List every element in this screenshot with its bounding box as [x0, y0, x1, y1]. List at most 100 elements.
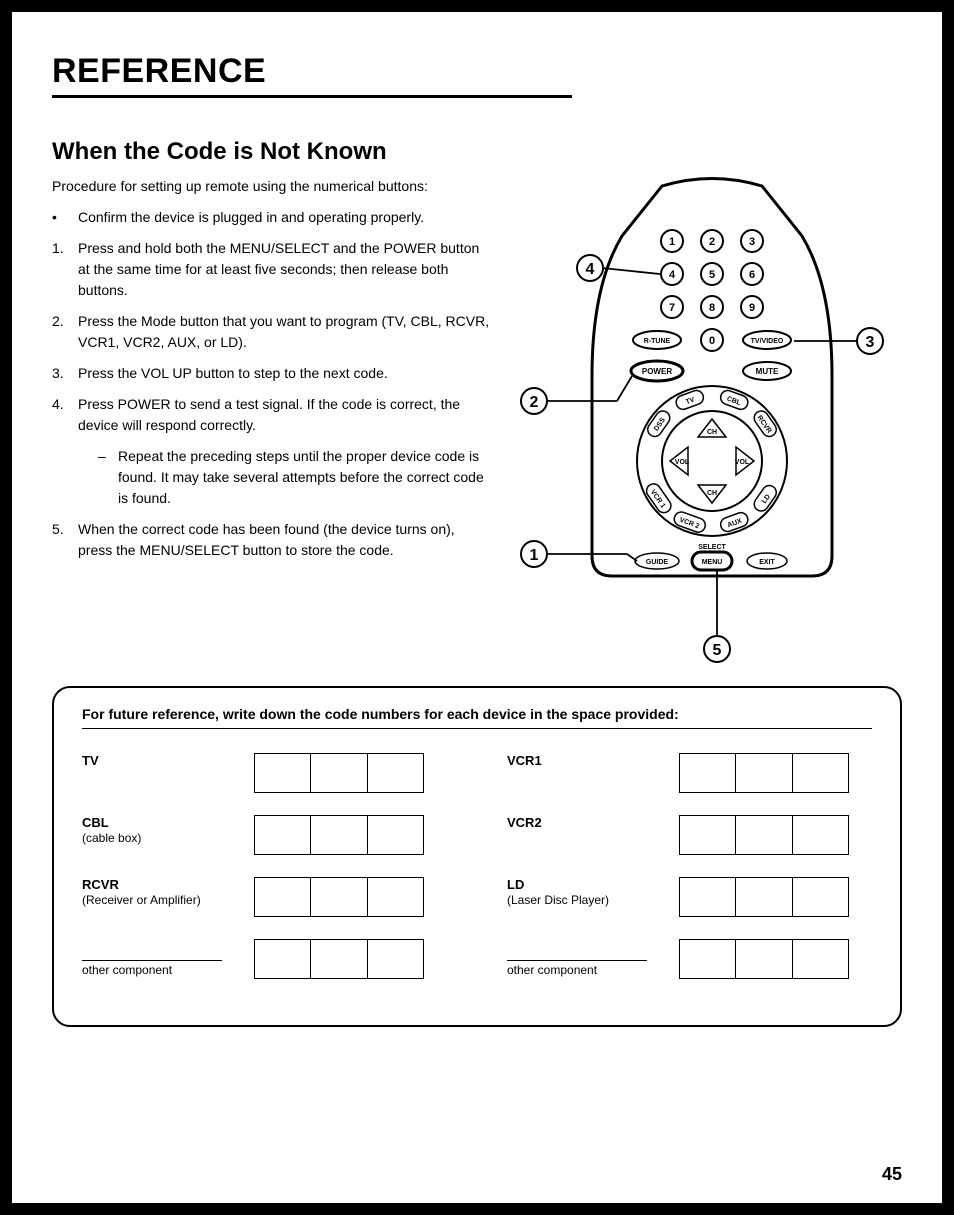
code-digit-cell[interactable]	[255, 816, 311, 854]
code-label: other component	[82, 939, 242, 977]
code-input-boxes[interactable]	[254, 877, 424, 917]
code-row: other component	[82, 939, 447, 979]
page-number: 45	[882, 1164, 902, 1185]
svg-text:4: 4	[586, 261, 595, 278]
code-label-text: TV	[82, 753, 242, 768]
code-label-text: VCR2	[507, 815, 667, 830]
svg-text:3: 3	[866, 334, 875, 351]
page-title: REFERENCE	[52, 52, 902, 91]
code-digit-cell[interactable]	[368, 940, 423, 978]
svg-text:5: 5	[713, 642, 722, 659]
code-digit-cell[interactable]	[736, 878, 792, 916]
svg-text:3: 3	[749, 236, 755, 248]
intro-text: Procedure for setting up remote using th…	[52, 176, 492, 197]
svg-text:5: 5	[709, 269, 715, 281]
svg-text:SELECT: SELECT	[698, 544, 726, 551]
code-label: CBL(cable box)	[82, 815, 242, 845]
code-digit-cell[interactable]	[311, 878, 367, 916]
code-sublabel: (Receiver or Amplifier)	[82, 893, 201, 907]
svg-text:CH: CH	[707, 490, 717, 497]
code-digit-cell[interactable]	[311, 816, 367, 854]
code-input-boxes[interactable]	[254, 939, 424, 979]
list-text: Press POWER to send a test signal. If th…	[78, 396, 460, 433]
code-row: LD(Laser Disc Player)	[507, 877, 872, 917]
svg-text:MUTE: MUTE	[756, 367, 779, 376]
code-col-left: TV CBL(cable box) RCVR(Receiver or Amplifi…	[82, 753, 447, 1001]
svg-text:6: 6	[749, 269, 755, 281]
list-item: •Confirm the device is plugged in and op…	[52, 207, 492, 228]
code-digit-cell[interactable]	[680, 878, 736, 916]
code-digit-cell[interactable]	[680, 754, 736, 792]
code-box-header: For future reference, write down the cod…	[82, 706, 872, 729]
list-item: 1.Press and hold both the MENU/SELECT an…	[52, 238, 492, 301]
svg-text:1: 1	[530, 547, 539, 564]
code-digit-cell[interactable]	[736, 940, 792, 978]
code-label: VCR1	[507, 753, 667, 768]
code-row: other component	[507, 939, 872, 979]
sub-item: – Repeat the preceding steps until the p…	[98, 446, 492, 509]
code-label-text: LD	[507, 877, 667, 892]
svg-text:EXIT: EXIT	[759, 559, 775, 566]
code-digit-cell[interactable]	[736, 754, 792, 792]
content-row: Procedure for setting up remote using th…	[52, 176, 902, 656]
svg-text:R-TUNE: R-TUNE	[644, 338, 671, 345]
blank-line[interactable]	[507, 939, 647, 961]
svg-text:MENU: MENU	[702, 559, 723, 566]
code-digit-cell[interactable]	[368, 754, 423, 792]
code-input-boxes[interactable]	[679, 939, 849, 979]
svg-text:2: 2	[709, 236, 715, 248]
code-digit-cell[interactable]	[680, 940, 736, 978]
code-label: VCR2	[507, 815, 667, 830]
code-input-boxes[interactable]	[679, 815, 849, 855]
code-sublabel: (cable box)	[82, 831, 141, 845]
code-digit-cell[interactable]	[793, 754, 848, 792]
sub-text: Repeat the preceding steps until the pro…	[118, 446, 492, 509]
list-item: 2.Press the Mode button that you want to…	[52, 311, 492, 353]
svg-text:GUIDE: GUIDE	[646, 559, 669, 566]
code-input-boxes[interactable]	[679, 753, 849, 793]
code-digit-cell[interactable]	[311, 940, 367, 978]
code-col-right: VCR1 VCR2 LD(Laser Disc Player) other compo…	[507, 753, 872, 1001]
code-digit-cell[interactable]	[680, 816, 736, 854]
svg-text:1: 1	[669, 236, 675, 248]
code-digit-cell[interactable]	[793, 878, 848, 916]
code-digit-cell[interactable]	[368, 878, 423, 916]
header-rule	[52, 95, 572, 98]
code-input-boxes[interactable]	[679, 877, 849, 917]
code-row: CBL(cable box)	[82, 815, 447, 855]
code-grid: TV CBL(cable box) RCVR(Receiver or Amplifi…	[82, 753, 872, 1001]
code-reference-box: For future reference, write down the cod…	[52, 686, 902, 1027]
code-label: LD(Laser Disc Player)	[507, 877, 667, 907]
code-digit-cell[interactable]	[255, 754, 311, 792]
code-label: other component	[507, 939, 667, 977]
code-digit-cell[interactable]	[311, 754, 367, 792]
code-digit-cell[interactable]	[255, 878, 311, 916]
svg-text:VOL: VOL	[735, 459, 750, 466]
svg-text:VOL: VOL	[675, 459, 690, 466]
code-row: VCR1	[507, 753, 872, 793]
code-input-boxes[interactable]	[254, 815, 424, 855]
code-row: RCVR(Receiver or Amplifier)	[82, 877, 447, 917]
manual-page: REFERENCE When the Code is Not Known Pro…	[0, 0, 954, 1215]
svg-text:0: 0	[709, 335, 715, 347]
list-item: 3.Press the VOL UP button to step to the…	[52, 363, 492, 384]
code-digit-cell[interactable]	[793, 816, 848, 854]
code-label: TV	[82, 753, 242, 768]
code-digit-cell[interactable]	[736, 816, 792, 854]
svg-text:POWER: POWER	[642, 367, 672, 376]
svg-text:4: 4	[669, 269, 676, 281]
section-title: When the Code is Not Known	[52, 138, 902, 166]
code-sublabel: (Laser Disc Player)	[507, 893, 609, 907]
code-label-text: VCR1	[507, 753, 667, 768]
code-digit-cell[interactable]	[368, 816, 423, 854]
code-digit-cell[interactable]	[255, 940, 311, 978]
instruction-list: •Confirm the device is plugged in and op…	[52, 207, 492, 561]
svg-text:CH: CH	[707, 429, 717, 436]
svg-text:2: 2	[530, 394, 539, 411]
code-label: RCVR(Receiver or Amplifier)	[82, 877, 242, 907]
instructions-column: Procedure for setting up remote using th…	[52, 176, 492, 656]
list-item: 4. Press POWER to send a test signal. If…	[52, 394, 492, 509]
code-input-boxes[interactable]	[254, 753, 424, 793]
code-digit-cell[interactable]	[793, 940, 848, 978]
blank-line[interactable]	[82, 939, 222, 961]
